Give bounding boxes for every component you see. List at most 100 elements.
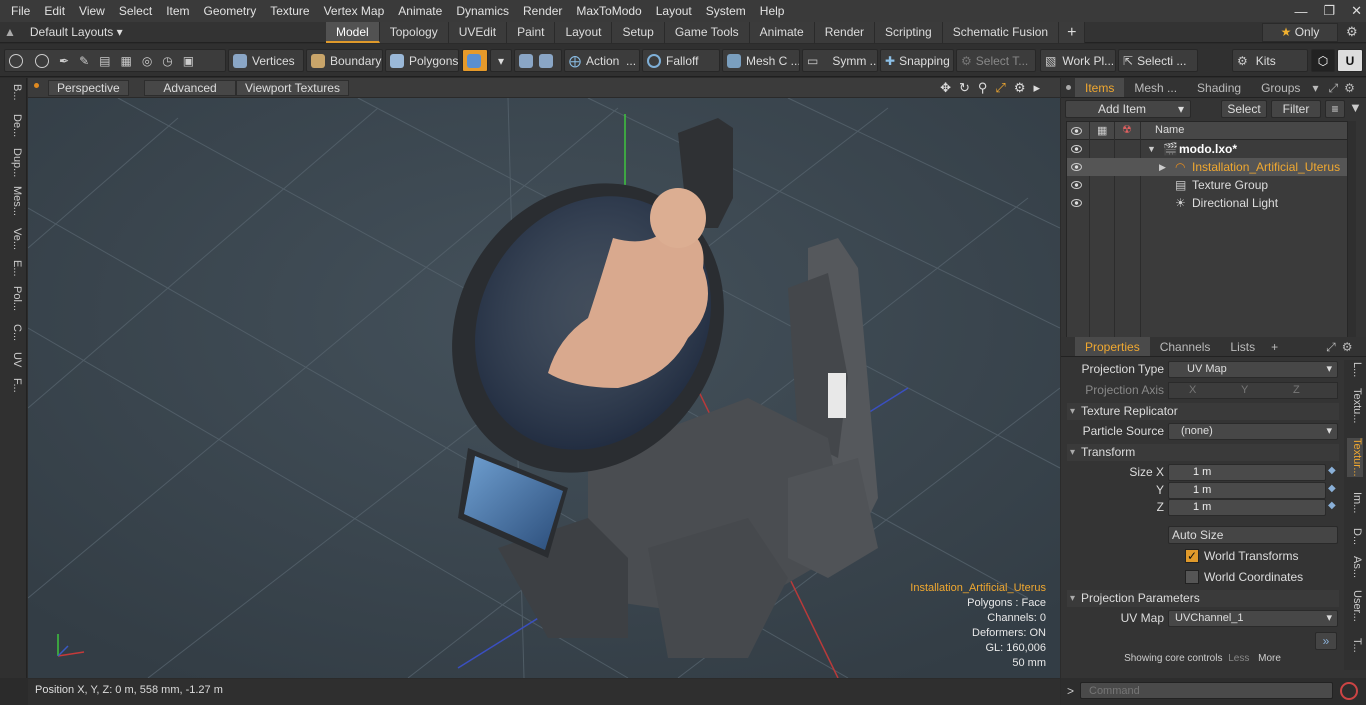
tab-layout[interactable]: Layout xyxy=(555,22,613,43)
add-tab-icon[interactable]: + xyxy=(1059,22,1086,43)
minimize-icon[interactable]: — xyxy=(1294,4,1307,19)
pen-icon[interactable]: ✒ xyxy=(59,54,69,68)
layers-icon[interactable]: ▤ xyxy=(99,54,110,68)
left-tab-mesh-edit[interactable]: Mes... xyxy=(4,186,23,216)
item-list-scrollbar[interactable] xyxy=(1348,121,1356,343)
menu-geometry[interactable]: Geometry xyxy=(197,0,264,22)
list-item[interactable]: ▤ Texture Group xyxy=(1067,176,1347,194)
expand-arrow-icon[interactable]: ▼ xyxy=(1147,140,1156,158)
left-tab-basic[interactable]: B... xyxy=(4,84,23,101)
right-tab-im[interactable]: Im... xyxy=(1347,492,1363,513)
select-button[interactable]: Select xyxy=(1221,100,1267,118)
size-x-field[interactable]: 1 m xyxy=(1168,464,1326,481)
action-button[interactable]: ⨁ Action ... xyxy=(564,49,640,72)
particle-source-dropdown[interactable]: (none) xyxy=(1168,423,1338,440)
only-button[interactable]: ★ Only xyxy=(1262,23,1338,42)
mesh-constraints-button[interactable]: Mesh C ... xyxy=(722,49,800,72)
tab-game-tools[interactable]: Game Tools xyxy=(664,22,750,43)
vertices-button[interactable]: Vertices xyxy=(228,49,304,72)
menu-texture[interactable]: Texture xyxy=(263,0,316,22)
tab-uvedit[interactable]: UVEdit xyxy=(448,22,508,43)
tab-lists[interactable]: Lists xyxy=(1220,337,1265,356)
right-tab-l[interactable]: L... xyxy=(1347,362,1363,377)
cube-kit-button[interactable]: ⬡ xyxy=(1311,49,1335,72)
left-tab-curve[interactable]: C... xyxy=(4,324,23,341)
menu-vertex-map[interactable]: Vertex Map xyxy=(317,0,392,22)
falloff-button[interactable]: Falloff xyxy=(642,49,720,72)
menu-dynamics[interactable]: Dynamics xyxy=(449,0,516,22)
more-options-button[interactable]: » xyxy=(1315,632,1337,650)
more-link[interactable]: More xyxy=(1258,653,1281,664)
circle-select-icon[interactable] xyxy=(9,53,23,68)
tab-items[interactable]: Items xyxy=(1075,78,1125,97)
menu-maxtomodo[interactable]: MaxToModo xyxy=(569,0,648,22)
snapping-button[interactable]: ✚ Snapping xyxy=(880,49,954,72)
shield-alt-icon[interactable] xyxy=(539,53,553,68)
menu-file[interactable]: File xyxy=(4,0,37,22)
props-expand-icon[interactable]: ⤢ xyxy=(1326,337,1336,356)
left-tab-fusion[interactable]: F... xyxy=(4,378,23,393)
tab-paint[interactable]: Paint xyxy=(507,22,556,43)
size-x-link-icon[interactable]: ◆ xyxy=(1328,465,1336,476)
work-plane-button[interactable]: ▧ Work Pl... xyxy=(1040,49,1116,72)
panel-dot-icon[interactable] xyxy=(1066,85,1071,90)
list-item[interactable]: ▼ 🎬 modo.lxo* xyxy=(1067,140,1347,158)
less-link[interactable]: Less xyxy=(1228,653,1249,664)
kits-button[interactable]: ⚙ Kits xyxy=(1232,49,1308,72)
zoom-icon[interactable]: ⚲ xyxy=(978,80,988,96)
left-tab-duplicate[interactable]: Dup... xyxy=(4,148,23,177)
tab-topology[interactable]: Topology xyxy=(379,22,449,43)
right-tab-textur-active[interactable]: Textur... xyxy=(1347,438,1363,477)
gear-icon[interactable]: ⚙ xyxy=(1346,24,1358,40)
brush-icon[interactable]: ✎ xyxy=(79,54,89,68)
auto-size-button[interactable]: Auto Size xyxy=(1168,526,1338,544)
shield-icon[interactable] xyxy=(519,53,533,68)
selection-sets-button[interactable]: ⇱ Selecti ... xyxy=(1118,49,1198,72)
boundary-button[interactable]: Boundary xyxy=(306,49,383,72)
tab-properties[interactable]: Properties xyxy=(1075,337,1150,356)
name-column-header[interactable]: Name xyxy=(1155,124,1184,136)
perspective-button[interactable]: Perspective xyxy=(48,80,129,96)
filter-button[interactable]: Filter xyxy=(1271,100,1321,118)
layout-menu[interactable]: ▲ Default Layouts ▾ xyxy=(4,22,123,43)
viewport-gear-icon[interactable]: ⚙ xyxy=(1014,80,1026,96)
clock-icon[interactable]: ◷ xyxy=(162,54,172,68)
box-icon[interactable]: ▣ xyxy=(183,54,194,68)
tab-scripting[interactable]: Scripting xyxy=(875,22,943,43)
collapse-button[interactable]: ≡ xyxy=(1325,100,1345,118)
visibility-icon[interactable] xyxy=(1071,181,1082,189)
close-icon[interactable]: ✕ xyxy=(1351,3,1362,19)
projection-axis-field[interactable]: X Y Z xyxy=(1168,382,1338,399)
right-tab-t[interactable]: T... xyxy=(1347,638,1363,653)
target-icon[interactable]: ◎ xyxy=(142,54,152,68)
items-gear-icon[interactable]: ⚙ xyxy=(1344,78,1355,97)
size-y-field[interactable]: 1 m xyxy=(1168,482,1326,499)
left-tab-edge[interactable]: E... xyxy=(4,260,23,277)
size-z-field[interactable]: 1 m xyxy=(1168,499,1326,516)
rotate-icon[interactable]: ↻ xyxy=(959,80,970,96)
projection-parameters-section[interactable]: Projection Parameters xyxy=(1067,590,1339,607)
size-y-link-icon[interactable]: ◆ xyxy=(1328,483,1336,494)
polygons-button[interactable]: Polygons xyxy=(385,49,459,72)
visibility-icon[interactable] xyxy=(1071,199,1082,207)
tab-shading[interactable]: Shading xyxy=(1187,78,1251,97)
viewport-orange-dot[interactable] xyxy=(34,83,39,88)
axis-x-option[interactable]: X xyxy=(1189,383,1196,398)
tab-setup[interactable]: Setup xyxy=(612,22,665,43)
tab-mesh-ops[interactable]: Mesh ... xyxy=(1124,78,1187,97)
axis-z-option[interactable]: Z xyxy=(1293,383,1300,398)
tab-channels[interactable]: Channels xyxy=(1150,337,1221,356)
select-through-button[interactable]: ⚙ Select T... xyxy=(956,49,1036,72)
left-tab-vertex[interactable]: Ve... xyxy=(4,228,23,250)
transform-section[interactable]: Transform xyxy=(1067,444,1339,461)
right-tab-textu[interactable]: Textu... xyxy=(1347,388,1363,423)
items-tabs-dropdown-icon[interactable]: ▾ xyxy=(1312,78,1318,97)
left-tab-deform[interactable]: De... xyxy=(4,114,23,137)
tab-animate[interactable]: Animate xyxy=(749,22,815,43)
menu-view[interactable]: View xyxy=(72,0,112,22)
world-coordinates-checkbox[interactable] xyxy=(1185,570,1199,584)
visibility-icon[interactable] xyxy=(1071,145,1082,153)
add-properties-tab-icon[interactable]: + xyxy=(1271,337,1278,356)
item-mode-button[interactable] xyxy=(462,49,488,72)
tab-render[interactable]: Render xyxy=(814,22,876,43)
